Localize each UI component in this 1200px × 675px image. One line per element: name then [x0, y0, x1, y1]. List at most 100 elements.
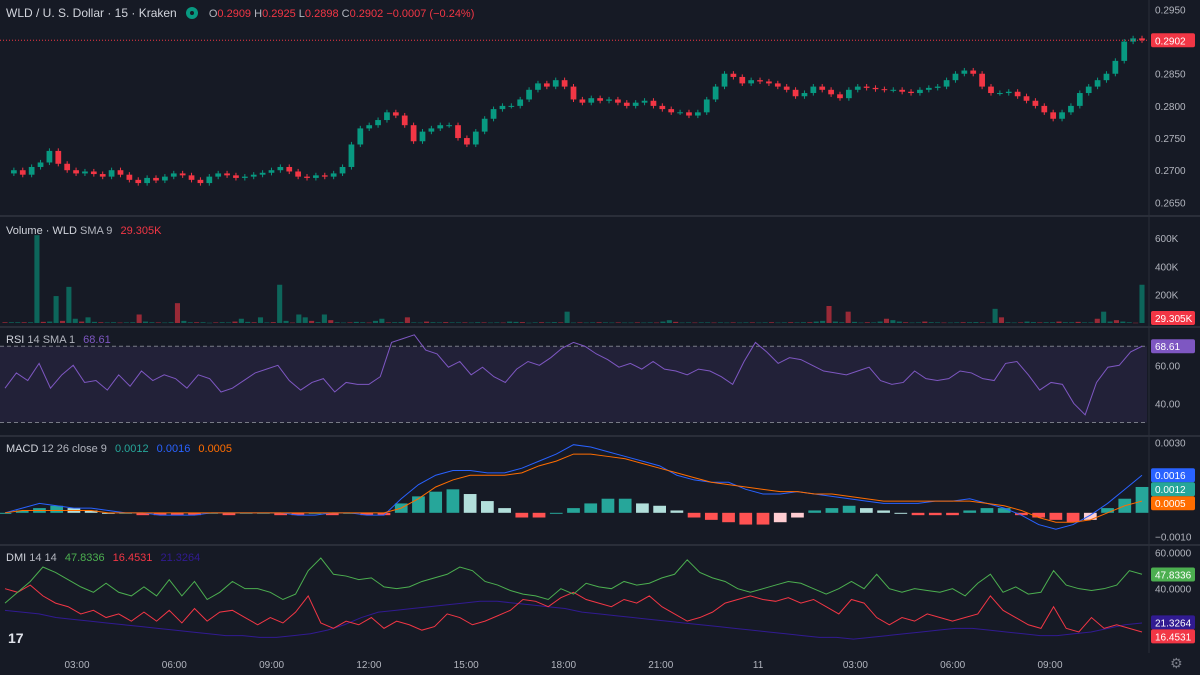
candle-body [703, 99, 710, 113]
volume-bar [149, 322, 155, 323]
price-tick-label: 0.2950 [1155, 5, 1186, 16]
rsi-legend[interactable]: RSI 14 SMA 1 68.61 [6, 334, 111, 346]
candle-body [1076, 93, 1083, 106]
volume-bar [788, 322, 794, 323]
volume-bar [775, 322, 781, 324]
macd-histogram-bar [498, 508, 511, 513]
time-tick-label: 09:00 [259, 660, 284, 671]
candle-body [908, 91, 914, 94]
volume-bar [219, 322, 225, 323]
minus-di-line [4, 584, 1143, 633]
volume-bar [232, 321, 238, 323]
volume-bar [800, 322, 806, 323]
candle-body [650, 100, 657, 106]
volume-bar [174, 303, 181, 323]
candle-body [979, 73, 985, 87]
volume-bar [194, 322, 200, 323]
volume-bar [909, 322, 915, 324]
candle-body [392, 112, 399, 116]
dmi-tick-label: 40.0000 [1155, 585, 1192, 596]
last-price-label: 0.2902 [1155, 36, 1186, 47]
candle-body [446, 125, 453, 127]
macd-histogram-bar [515, 512, 529, 518]
volume-bar [947, 322, 953, 324]
macd-legend[interactable]: MACD 12 26 close 9 0.0012 0.0016 0.0005 [6, 443, 232, 455]
candle-body [339, 166, 346, 174]
rsi-tick-label: 60.00 [1155, 361, 1180, 372]
volume-bar [896, 321, 902, 323]
volume-bar [922, 321, 928, 323]
macd-histogram-bar [808, 510, 822, 513]
dmi-minus-badge-label: 16.4531 [1155, 632, 1192, 643]
macd-hist-value: 0.0012 [114, 443, 149, 455]
volume-bar [845, 311, 851, 323]
volume-bar [698, 322, 704, 323]
volume-bar [443, 322, 449, 323]
candle-body [1032, 100, 1039, 106]
volume-bar [768, 322, 775, 323]
ohlc-values: O0.2909 H0.2925 L0.2898 C0.2902 −0.0007 … [208, 8, 475, 20]
tradingview-logo-icon[interactable]: 17 [8, 630, 30, 646]
candle-body [730, 73, 737, 77]
volume-bar [641, 322, 647, 324]
gear-icon[interactable]: ⚙ [1170, 655, 1183, 672]
candle-body [295, 171, 301, 177]
macd-histogram-bar [1135, 486, 1149, 513]
volume-bar [289, 322, 295, 324]
candle-body [828, 89, 834, 95]
symbol-title[interactable]: WLD / U. S. Dollar · 15 · Kraken [6, 6, 177, 20]
macd-signal-value: 0.0005 [198, 443, 233, 455]
time-tick-label: 11 [753, 660, 764, 671]
macd-histogram-bar [739, 512, 753, 525]
price-tick-label: 0.2800 [1155, 102, 1186, 113]
candle-body [330, 173, 337, 177]
volume-bar [1113, 320, 1119, 323]
volume-bar [1024, 321, 1030, 323]
volume-params: SMA 9 [79, 225, 113, 237]
candle-body [117, 170, 124, 175]
candle-body [1112, 60, 1119, 74]
macd-histogram-bar [1049, 512, 1063, 520]
volume-bar [998, 317, 1005, 323]
candle-body [783, 86, 790, 90]
chart-canvas[interactable]: 0.29500.29000.28500.28000.27500.27000.26… [0, 0, 1200, 675]
macd-histogram-bar [704, 512, 718, 520]
volume-bar [15, 322, 21, 323]
candle-body [144, 177, 150, 184]
candle-body [890, 89, 897, 91]
volume-bar [634, 322, 640, 323]
candle-body [286, 166, 293, 172]
volume-bar [602, 322, 608, 323]
volume-bar [1139, 284, 1145, 323]
candle-body [774, 83, 781, 87]
candle-body [535, 83, 541, 90]
candle-body [739, 76, 746, 84]
macd-histogram-bar [911, 512, 925, 516]
candle-body [837, 94, 843, 99]
candle-body [659, 105, 666, 110]
volume-legend[interactable]: Volume · WLD SMA 9 29.305K [6, 225, 161, 237]
rsi-tick-label: 40.00 [1155, 399, 1180, 410]
macd-histogram-bar [670, 510, 684, 513]
macd-histogram-bar [463, 494, 477, 513]
volume-bar [1126, 322, 1132, 323]
volume-bar [424, 321, 430, 323]
volume-bar [781, 322, 787, 323]
volume-bar [628, 322, 634, 324]
volume-bar [864, 322, 870, 323]
candle-body [1068, 105, 1074, 113]
volume-bar [187, 322, 193, 323]
candle-body [810, 86, 817, 94]
macd-tick-label: 0.0030 [1155, 438, 1186, 449]
dmi-legend[interactable]: DMI 14 14 47.8336 16.4531 21.3264 [6, 552, 200, 564]
volume-bar [724, 322, 730, 324]
candle-body [632, 102, 639, 106]
rsi-badge-label: 68.61 [1155, 342, 1180, 353]
candle-body [1094, 80, 1101, 87]
dmi-params: 14 14 [29, 552, 57, 564]
volume-bar [992, 308, 998, 323]
candle-body [597, 98, 604, 101]
macd-histogram-bar [791, 512, 804, 518]
candle-body [490, 109, 497, 119]
volume-bar [360, 322, 366, 323]
